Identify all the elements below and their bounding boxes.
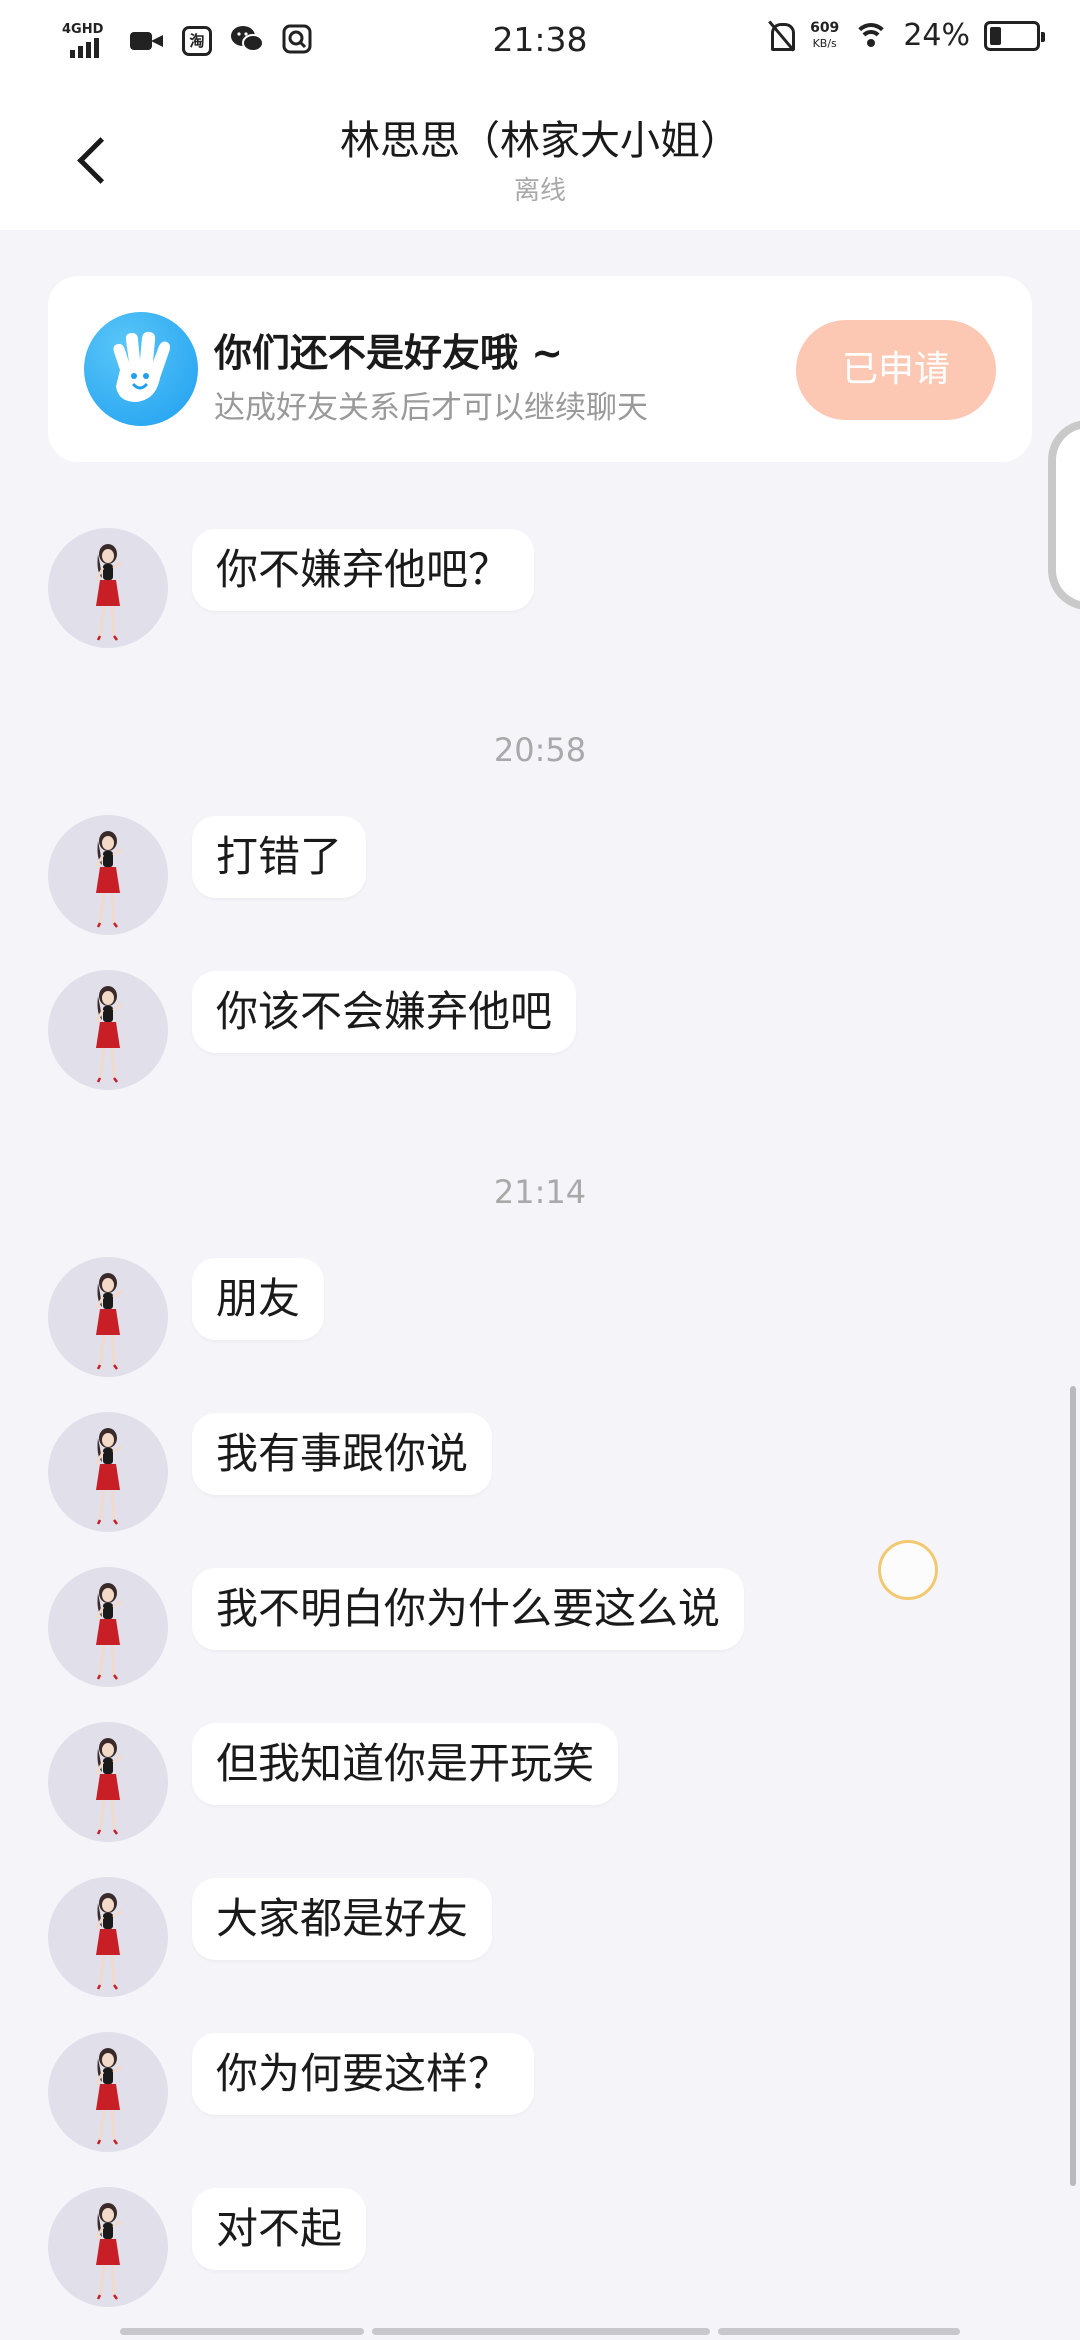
bottom-bar-segment (120, 2328, 364, 2335)
avatar[interactable] (48, 1722, 168, 1842)
message-bubble[interactable]: 我不明白你为什么要这么说 (192, 1568, 745, 1650)
message-bubble[interactable]: 对不起 (192, 2188, 367, 2270)
avatar[interactable] (48, 2187, 168, 2307)
network-speed: 609 KB/s (810, 19, 840, 50)
applied-button[interactable]: 已申请 (796, 320, 996, 420)
bottom-bar-segment (718, 2328, 960, 2335)
waving-hand-icon (84, 312, 198, 426)
avatar[interactable] (48, 528, 168, 648)
card-title: 你们还不是好友哦 ~ (214, 331, 564, 375)
message-bubble[interactable]: 大家都是好友 (192, 1878, 493, 1960)
online-status: 离线 (513, 176, 566, 206)
wifi-icon (853, 21, 890, 51)
timestamp: 20:58 (493, 731, 587, 769)
status-bar: 4GHD 淘 21:38 609 KB/s 24% (0, 0, 1080, 84)
friend-request-card: 你们还不是好友哦 ~ 达成好友关系后才可以继续聊天 已申请 (48, 276, 1032, 462)
avatar[interactable] (48, 970, 168, 1090)
status-icons-right: 609 KB/s 24% (766, 18, 1045, 53)
battery-percent: 24% (903, 18, 970, 53)
notification-muted-icon (766, 19, 796, 53)
message-bubble[interactable]: 你为何要这样？ (192, 2033, 535, 2115)
avatar[interactable] (48, 1567, 168, 1687)
touch-indicator (878, 1540, 938, 1600)
avatar[interactable] (48, 2032, 168, 2152)
avatar[interactable] (48, 1877, 168, 1997)
chat-header: 林思思（林家大小姐） 离线 (0, 84, 1080, 230)
avatar[interactable] (48, 1257, 168, 1377)
message-bubble[interactable]: 但我知道你是开玩笑 (192, 1723, 619, 1805)
card-description: 达成好友关系后才可以继续聊天 (214, 390, 648, 426)
message-bubble[interactable]: 打错了 (192, 816, 367, 898)
message-bubble[interactable]: 你不嫌弃他吧？ (192, 529, 535, 611)
message-bubble[interactable]: 我有事跟你说 (192, 1413, 493, 1495)
message-bubble[interactable]: 朋友 (192, 1258, 325, 1340)
battery-icon (984, 20, 1045, 51)
floating-assistant-tab[interactable] (1048, 420, 1080, 610)
scrollbar[interactable] (1070, 1386, 1076, 2186)
avatar[interactable] (48, 815, 168, 935)
timestamp: 21:14 (493, 1173, 587, 1211)
avatar[interactable] (48, 1412, 168, 1532)
message-bubble[interactable]: 你该不会嫌弃他吧 (192, 971, 577, 1053)
contact-name: 林思思（林家大小姐） (340, 118, 740, 164)
bottom-bar-segment (372, 2328, 710, 2335)
